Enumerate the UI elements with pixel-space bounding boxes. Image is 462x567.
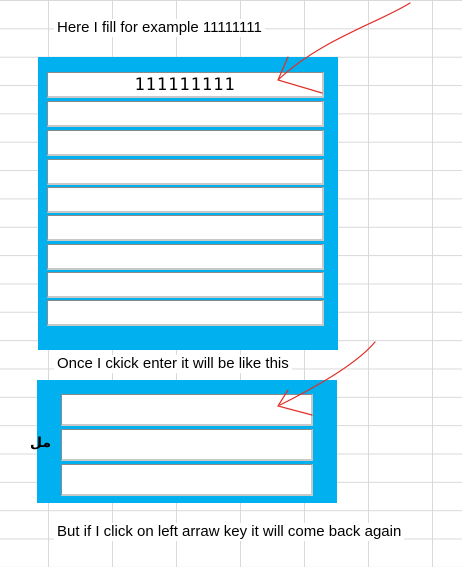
arrow-head-bottom (277, 389, 313, 416)
annotation-arrows (277, 2, 411, 416)
arrow-stroke-bottom (279, 341, 376, 406)
arrow-stroke-top (277, 2, 411, 81)
